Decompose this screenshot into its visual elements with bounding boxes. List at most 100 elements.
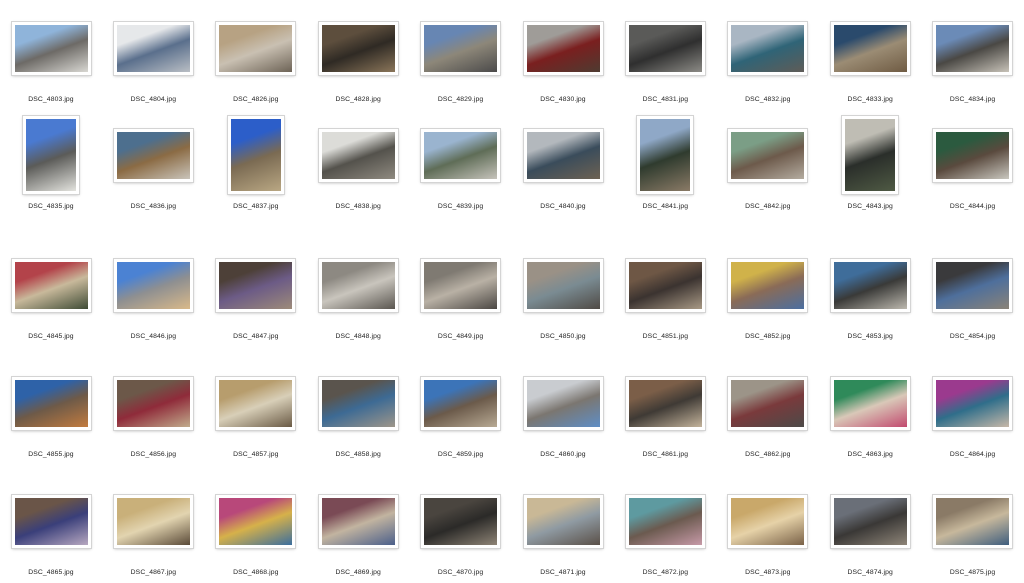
grid-item[interactable]: DSC_4839.jpg	[410, 117, 512, 235]
filename-label[interactable]: DSC_4854.jpg	[922, 333, 1024, 340]
filename-label[interactable]: DSC_4863.jpg	[819, 451, 921, 458]
grid-item[interactable]: DSC_4828.jpg	[307, 10, 409, 128]
image-thumbnail[interactable]	[318, 376, 398, 430]
grid-item[interactable]: DSC_4863.jpg	[819, 365, 921, 483]
image-thumbnail[interactable]	[625, 376, 705, 430]
filename-label[interactable]: DSC_4828.jpg	[307, 96, 409, 103]
filename-label[interactable]: DSC_4870.jpg	[410, 569, 512, 576]
grid-item[interactable]: DSC_4851.jpg	[614, 247, 716, 365]
filename-label[interactable]: DSC_4875.jpg	[922, 569, 1024, 576]
filename-label[interactable]: DSC_4855.jpg	[0, 451, 102, 458]
filename-label[interactable]: DSC_4873.jpg	[717, 569, 819, 576]
grid-item[interactable]: DSC_4861.jpg	[614, 365, 716, 483]
image-thumbnail[interactable]	[11, 258, 91, 312]
image-thumbnail[interactable]	[216, 376, 296, 430]
grid-item[interactable]: DSC_4850.jpg	[512, 247, 614, 365]
image-thumbnail[interactable]	[421, 376, 501, 430]
image-thumbnail[interactable]	[625, 494, 705, 548]
grid-item[interactable]: DSC_4864.jpg	[922, 365, 1024, 483]
image-thumbnail[interactable]	[933, 21, 1013, 75]
filename-label[interactable]: DSC_4844.jpg	[922, 203, 1024, 210]
grid-item[interactable]: DSC_4840.jpg	[512, 117, 614, 235]
image-thumbnail[interactable]	[830, 494, 910, 548]
image-thumbnail[interactable]	[113, 376, 193, 430]
filename-label[interactable]: DSC_4860.jpg	[512, 451, 614, 458]
image-thumbnail[interactable]	[933, 128, 1013, 182]
grid-item[interactable]: DSC_4856.jpg	[102, 365, 204, 483]
image-thumbnail[interactable]	[113, 128, 193, 182]
image-thumbnail[interactable]	[523, 258, 603, 312]
filename-label[interactable]: DSC_4803.jpg	[0, 96, 102, 103]
filename-label[interactable]: DSC_4856.jpg	[102, 451, 204, 458]
grid-item[interactable]: DSC_4803.jpg	[0, 10, 102, 128]
image-thumbnail[interactable]	[523, 376, 603, 430]
grid-item[interactable]: DSC_4855.jpg	[0, 365, 102, 483]
grid-item[interactable]: DSC_4852.jpg	[717, 247, 819, 365]
image-thumbnail[interactable]	[216, 494, 296, 548]
filename-label[interactable]: DSC_4838.jpg	[307, 203, 409, 210]
grid-item[interactable]: DSC_4848.jpg	[307, 247, 409, 365]
grid-item[interactable]: DSC_4836.jpg	[102, 117, 204, 235]
filename-label[interactable]: DSC_4849.jpg	[410, 333, 512, 340]
filename-label[interactable]: DSC_4842.jpg	[717, 203, 819, 210]
grid-item[interactable]: DSC_4869.jpg	[307, 483, 409, 583]
grid-item[interactable]: DSC_4847.jpg	[205, 247, 307, 365]
grid-item[interactable]: DSC_4804.jpg	[102, 10, 204, 128]
image-thumbnail[interactable]	[11, 494, 91, 548]
filename-label[interactable]: DSC_4835.jpg	[0, 203, 102, 210]
filename-label[interactable]: DSC_4862.jpg	[717, 451, 819, 458]
filename-label[interactable]: DSC_4858.jpg	[307, 451, 409, 458]
image-thumbnail[interactable]	[318, 21, 398, 75]
image-thumbnail[interactable]	[216, 21, 296, 75]
image-thumbnail[interactable]	[523, 21, 603, 75]
grid-item[interactable]: DSC_4832.jpg	[717, 10, 819, 128]
grid-item[interactable]: DSC_4834.jpg	[922, 10, 1024, 128]
filename-label[interactable]: DSC_4845.jpg	[0, 333, 102, 340]
image-thumbnail[interactable]	[830, 258, 910, 312]
filename-label[interactable]: DSC_4840.jpg	[512, 203, 614, 210]
image-thumbnail[interactable]	[113, 258, 193, 312]
filename-label[interactable]: DSC_4848.jpg	[307, 333, 409, 340]
image-thumbnail[interactable]	[728, 376, 808, 430]
filename-label[interactable]: DSC_4841.jpg	[614, 203, 716, 210]
image-thumbnail[interactable]	[728, 258, 808, 312]
grid-item[interactable]: DSC_4871.jpg	[512, 483, 614, 583]
grid-item[interactable]: DSC_4865.jpg	[0, 483, 102, 583]
grid-item[interactable]: DSC_4837.jpg	[205, 116, 307, 235]
grid-item[interactable]: DSC_4831.jpg	[614, 10, 716, 128]
filename-label[interactable]: DSC_4834.jpg	[922, 96, 1024, 103]
grid-item[interactable]: DSC_4826.jpg	[205, 10, 307, 128]
grid-item[interactable]: DSC_4844.jpg	[922, 117, 1024, 235]
filename-label[interactable]: DSC_4864.jpg	[922, 451, 1024, 458]
filename-label[interactable]: DSC_4861.jpg	[614, 451, 716, 458]
grid-item[interactable]: DSC_4841.jpg	[614, 116, 716, 235]
grid-item[interactable]: DSC_4854.jpg	[922, 247, 1024, 365]
grid-item[interactable]: DSC_4830.jpg	[512, 10, 614, 128]
filename-label[interactable]: DSC_4830.jpg	[512, 96, 614, 103]
image-thumbnail[interactable]	[933, 258, 1013, 312]
grid-item[interactable]: DSC_4868.jpg	[205, 483, 307, 583]
image-thumbnail[interactable]	[728, 128, 808, 182]
filename-label[interactable]: DSC_4865.jpg	[0, 569, 102, 576]
filename-label[interactable]: DSC_4868.jpg	[205, 569, 307, 576]
grid-item[interactable]: DSC_4875.jpg	[922, 483, 1024, 583]
image-thumbnail[interactable]	[842, 116, 899, 194]
image-thumbnail[interactable]	[933, 376, 1013, 430]
filename-label[interactable]: DSC_4867.jpg	[102, 569, 204, 576]
grid-item[interactable]: DSC_4857.jpg	[205, 365, 307, 483]
image-thumbnail[interactable]	[318, 258, 398, 312]
filename-label[interactable]: DSC_4853.jpg	[819, 333, 921, 340]
image-thumbnail[interactable]	[933, 494, 1013, 548]
image-thumbnail[interactable]	[637, 116, 694, 194]
filename-label[interactable]: DSC_4829.jpg	[410, 96, 512, 103]
grid-item[interactable]: DSC_4867.jpg	[102, 483, 204, 583]
image-thumbnail[interactable]	[523, 128, 603, 182]
grid-item[interactable]: DSC_4870.jpg	[410, 483, 512, 583]
filename-label[interactable]: DSC_4850.jpg	[512, 333, 614, 340]
filename-label[interactable]: DSC_4843.jpg	[819, 203, 921, 210]
grid-item[interactable]: DSC_4853.jpg	[819, 247, 921, 365]
filename-label[interactable]: DSC_4852.jpg	[717, 333, 819, 340]
image-thumbnail[interactable]	[421, 258, 501, 312]
filename-label[interactable]: DSC_4804.jpg	[102, 96, 204, 103]
image-thumbnail[interactable]	[625, 21, 705, 75]
